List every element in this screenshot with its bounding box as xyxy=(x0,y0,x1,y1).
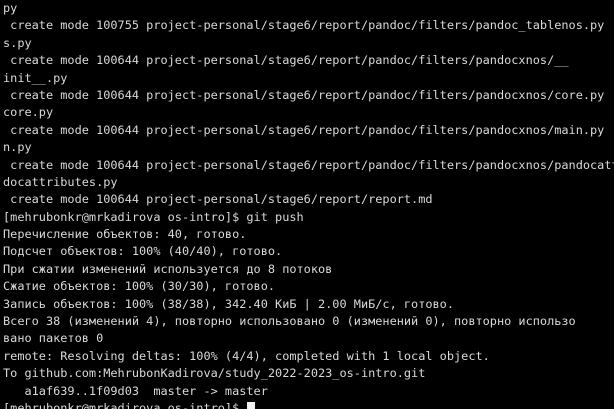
terminal-line: remote: Resolving deltas: 100% (4/4), co… xyxy=(3,348,490,363)
terminal-line: s.py xyxy=(3,35,32,50)
terminal-line: To github.com:MehrubonKadirova/study_202… xyxy=(3,366,426,381)
terminal-line: create mode 100644 project-personal/stag… xyxy=(3,53,569,68)
terminal-line: Всего 38 (изменений 4), повторно использ… xyxy=(3,314,576,329)
terminal-line: create mode 100644 project-personal/stag… xyxy=(3,192,433,207)
terminal-line: Сжатие объектов: 100% (30/30), готово. xyxy=(3,279,276,294)
terminal-line: create mode 100644 project-personal/stag… xyxy=(3,87,605,102)
terminal-line: [mehrubonkr@mrkadirova os-intro]$ git pu… xyxy=(3,209,304,224)
terminal-line: a1af639..1f09d03 master -> master xyxy=(3,383,268,398)
terminal-line: Запись объектов: 100% (38/38), 342.40 Ки… xyxy=(3,296,455,311)
terminal-line: init__.py xyxy=(3,70,68,85)
terminal-line: create mode 100644 project-personal/stag… xyxy=(3,122,605,137)
terminal-line: n.py xyxy=(3,140,32,155)
terminal-line: core.py xyxy=(3,105,54,120)
terminal-line: py xyxy=(3,1,18,15)
terminal-line: docattributes.py xyxy=(3,174,118,189)
terminal-line: При сжатии изменений используется до 8 п… xyxy=(3,261,333,276)
text-cursor xyxy=(247,401,256,409)
terminal-line: Перечисление объектов: 40, готово. xyxy=(3,227,247,242)
terminal-line: create mode 100755 project-personal/stag… xyxy=(3,18,605,33)
terminal-line: Подсчет объектов: 100% (40/40), готово. xyxy=(3,244,283,259)
terminal-window[interactable]: py create mode 100755 project-personal/s… xyxy=(0,0,614,409)
command-prompt-line[interactable]: [mehrubonkr@mrkadirova os-intro]$ xyxy=(3,400,614,409)
terminal-line: вано пакетов 0 xyxy=(3,331,104,346)
terminal-line: create mode 100644 project-personal/stag… xyxy=(10,157,614,172)
shell-prompt: [mehrubonkr@mrkadirova os-intro]$ xyxy=(3,400,247,409)
